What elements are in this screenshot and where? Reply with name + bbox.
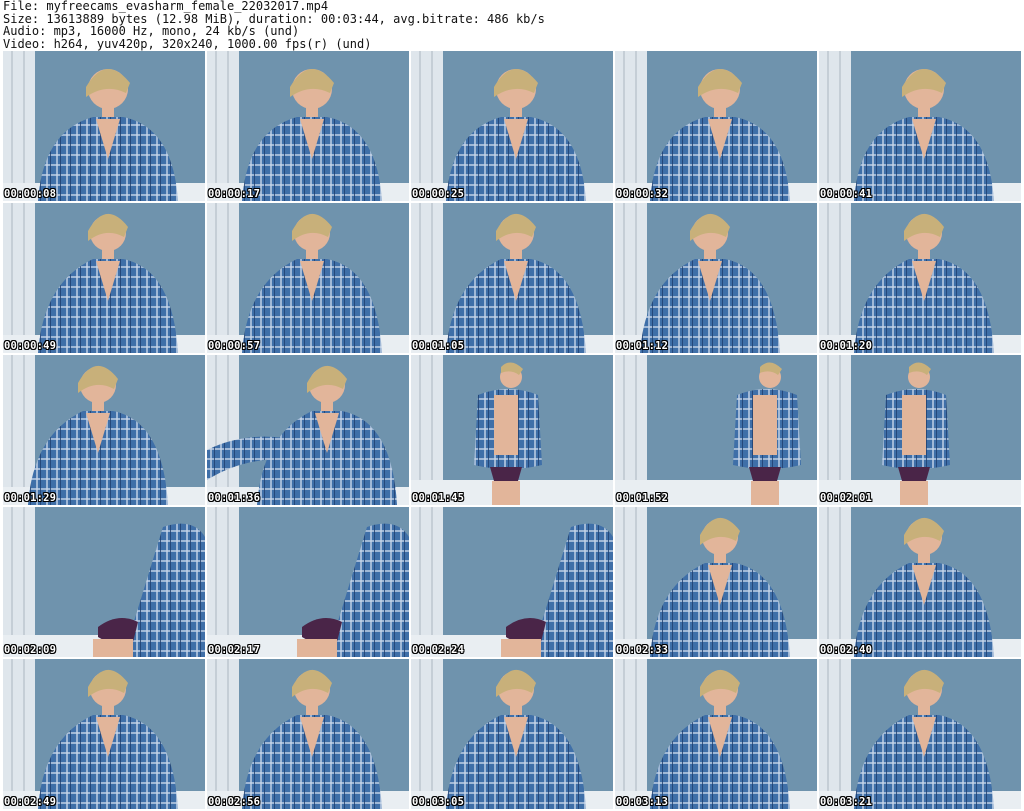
frame-timestamp: 00:00:17 <box>208 188 261 200</box>
thumbnail-frame: 00:02:09 <box>3 507 205 657</box>
frame-timestamp: 00:03:13 <box>616 796 669 808</box>
video-frame-image <box>615 203 817 353</box>
video-frame-image <box>411 51 613 201</box>
video-frame-image <box>207 355 409 505</box>
video-frame-image <box>411 507 613 657</box>
thumbnail-frame: 00:01:52 <box>615 355 817 505</box>
audio-info-line: Audio: mp3, 16000 Hz, mono, 24 kb/s (und… <box>3 24 300 38</box>
frame-timestamp: 00:02:49 <box>4 796 57 808</box>
video-frame-image <box>819 51 1021 201</box>
file-info-header: File: myfreecams_evasharm_female_2203201… <box>3 0 1021 50</box>
thumbnail-frame: 00:02:01 <box>819 355 1021 505</box>
frame-timestamp: 00:01:12 <box>616 340 669 352</box>
frame-timestamp: 00:00:08 <box>4 188 57 200</box>
frame-timestamp: 00:01:52 <box>616 492 669 504</box>
frame-timestamp: 00:01:20 <box>820 340 873 352</box>
thumbnail-frame: 00:02:33 <box>615 507 817 657</box>
frame-timestamp: 00:02:33 <box>616 644 669 656</box>
thumbnail-frame: 00:00:08 <box>3 51 205 201</box>
thumbnail-frame: 00:00:25 <box>411 51 613 201</box>
frame-timestamp: 00:00:57 <box>208 340 261 352</box>
thumbnail-frame: 00:00:49 <box>3 203 205 353</box>
thumbnail-frame: 00:01:45 <box>411 355 613 505</box>
video-frame-image <box>411 355 613 505</box>
video-info-line: Video: h264, yuv420p, 320x240, 1000.00 f… <box>3 36 372 51</box>
frame-timestamp: 00:02:01 <box>820 492 873 504</box>
thumbnail-frame: 00:00:41 <box>819 51 1021 201</box>
frame-timestamp: 00:00:32 <box>616 188 669 200</box>
thumbnail-frame: 00:02:24 <box>411 507 613 657</box>
video-frame-image <box>207 507 409 657</box>
frame-timestamp: 00:00:41 <box>820 188 873 200</box>
video-frame-image <box>207 51 409 201</box>
video-frame-image <box>207 659 409 809</box>
video-frame-image <box>411 659 613 809</box>
thumbnail-frame: 00:02:40 <box>819 507 1021 657</box>
video-frame-image <box>615 355 817 505</box>
video-frame-image <box>819 355 1021 505</box>
video-frame-image <box>3 355 205 505</box>
frame-timestamp: 00:00:25 <box>412 188 465 200</box>
frame-timestamp: 00:00:49 <box>4 340 57 352</box>
video-frame-image <box>819 659 1021 809</box>
frame-timestamp: 00:01:05 <box>412 340 465 352</box>
frame-timestamp: 00:01:45 <box>412 492 465 504</box>
frame-timestamp: 00:01:36 <box>208 492 261 504</box>
video-frame-image <box>411 203 613 353</box>
frame-timestamp: 00:01:29 <box>4 492 57 504</box>
video-frame-image <box>615 659 817 809</box>
video-frame-image <box>819 203 1021 353</box>
video-frame-image <box>615 507 817 657</box>
thumbnail-frame: 00:03:13 <box>615 659 817 809</box>
frame-timestamp: 00:03:21 <box>820 796 873 808</box>
thumbnail-frame: 00:02:56 <box>207 659 409 809</box>
frame-timestamp: 00:02:17 <box>208 644 261 656</box>
thumbnail-frame: 00:01:29 <box>3 355 205 505</box>
frame-timestamp: 00:02:09 <box>4 644 57 656</box>
thumbnail-frame: 00:01:05 <box>411 203 613 353</box>
frame-timestamp: 00:03:05 <box>412 796 465 808</box>
frame-timestamp: 00:02:56 <box>208 796 261 808</box>
thumbnail-frame: 00:00:32 <box>615 51 817 201</box>
video-frame-image <box>615 51 817 201</box>
file-name-line: File: myfreecams_evasharm_female_2203201… <box>3 0 329 13</box>
thumbnail-frame: 00:00:17 <box>207 51 409 201</box>
video-frame-image <box>3 203 205 353</box>
thumbnail-frame: 00:02:17 <box>207 507 409 657</box>
thumbnail-frame: 00:00:57 <box>207 203 409 353</box>
video-frame-image <box>3 659 205 809</box>
thumbnail-frame: 00:03:21 <box>819 659 1021 809</box>
video-frame-image <box>207 203 409 353</box>
thumbnail-frame: 00:02:49 <box>3 659 205 809</box>
video-frame-image <box>3 507 205 657</box>
frame-timestamp: 00:02:24 <box>412 644 465 656</box>
thumbnail-frame: 00:01:12 <box>615 203 817 353</box>
video-frame-image <box>3 51 205 201</box>
thumbnail-frame: 00:01:20 <box>819 203 1021 353</box>
thumbnail-grid: 00:00:08 00:00:17 00:00:25 00:00:32 00:0… <box>3 51 1021 809</box>
thumbnail-frame: 00:03:05 <box>411 659 613 809</box>
thumbnail-frame: 00:01:36 <box>207 355 409 505</box>
frame-timestamp: 00:02:40 <box>820 644 873 656</box>
video-frame-image <box>819 507 1021 657</box>
